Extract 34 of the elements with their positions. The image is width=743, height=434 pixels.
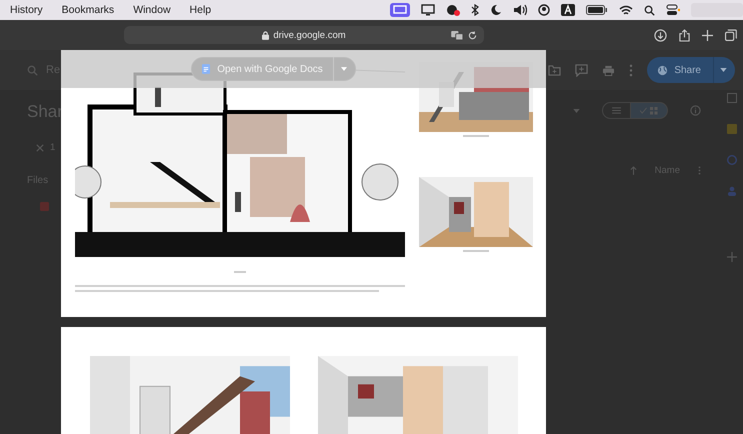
tabs-overview-icon[interactable] bbox=[725, 29, 737, 41]
translate-icon[interactable] bbox=[451, 31, 464, 40]
address-bar[interactable]: drive.google.com bbox=[124, 26, 484, 44]
control-center-icon[interactable] bbox=[666, 4, 680, 16]
list-view-icon bbox=[612, 107, 621, 114]
caret-icon bbox=[720, 68, 727, 72]
speaker-icon[interactable] bbox=[513, 4, 527, 16]
menu-item[interactable]: Bookmarks bbox=[62, 4, 114, 16]
keyboard-input-icon[interactable] bbox=[561, 4, 575, 16]
globe-icon bbox=[657, 64, 668, 76]
reload-icon[interactable] bbox=[468, 31, 477, 40]
share-button[interactable]: Share bbox=[647, 57, 735, 83]
printer-icon[interactable] bbox=[602, 64, 616, 76]
search-icon[interactable] bbox=[644, 4, 655, 16]
check-icon bbox=[640, 107, 647, 114]
download-icon[interactable] bbox=[654, 28, 667, 42]
lock-icon bbox=[262, 30, 270, 40]
moon-icon[interactable] bbox=[490, 4, 502, 16]
bluetooth-icon[interactable] bbox=[471, 4, 479, 16]
pdf-file-icon bbox=[40, 202, 49, 211]
caret-icon bbox=[340, 67, 347, 71]
wifi-icon[interactable] bbox=[619, 4, 633, 16]
document-icon bbox=[202, 64, 210, 74]
share-icon[interactable] bbox=[679, 28, 690, 42]
menu-item[interactable]: Window bbox=[133, 4, 171, 16]
grid-view-icon bbox=[650, 106, 658, 114]
menu-item[interactable]: History bbox=[10, 4, 43, 16]
user-circle-icon[interactable] bbox=[538, 4, 550, 16]
screen-mirroring-icon[interactable] bbox=[390, 3, 410, 17]
menu-item[interactable]: Help bbox=[190, 4, 212, 16]
display-icon[interactable] bbox=[421, 4, 435, 16]
chat-bubble-icon[interactable] bbox=[446, 4, 460, 16]
battery-icon[interactable] bbox=[586, 5, 608, 15]
new-tab-icon[interactable] bbox=[702, 30, 713, 40]
